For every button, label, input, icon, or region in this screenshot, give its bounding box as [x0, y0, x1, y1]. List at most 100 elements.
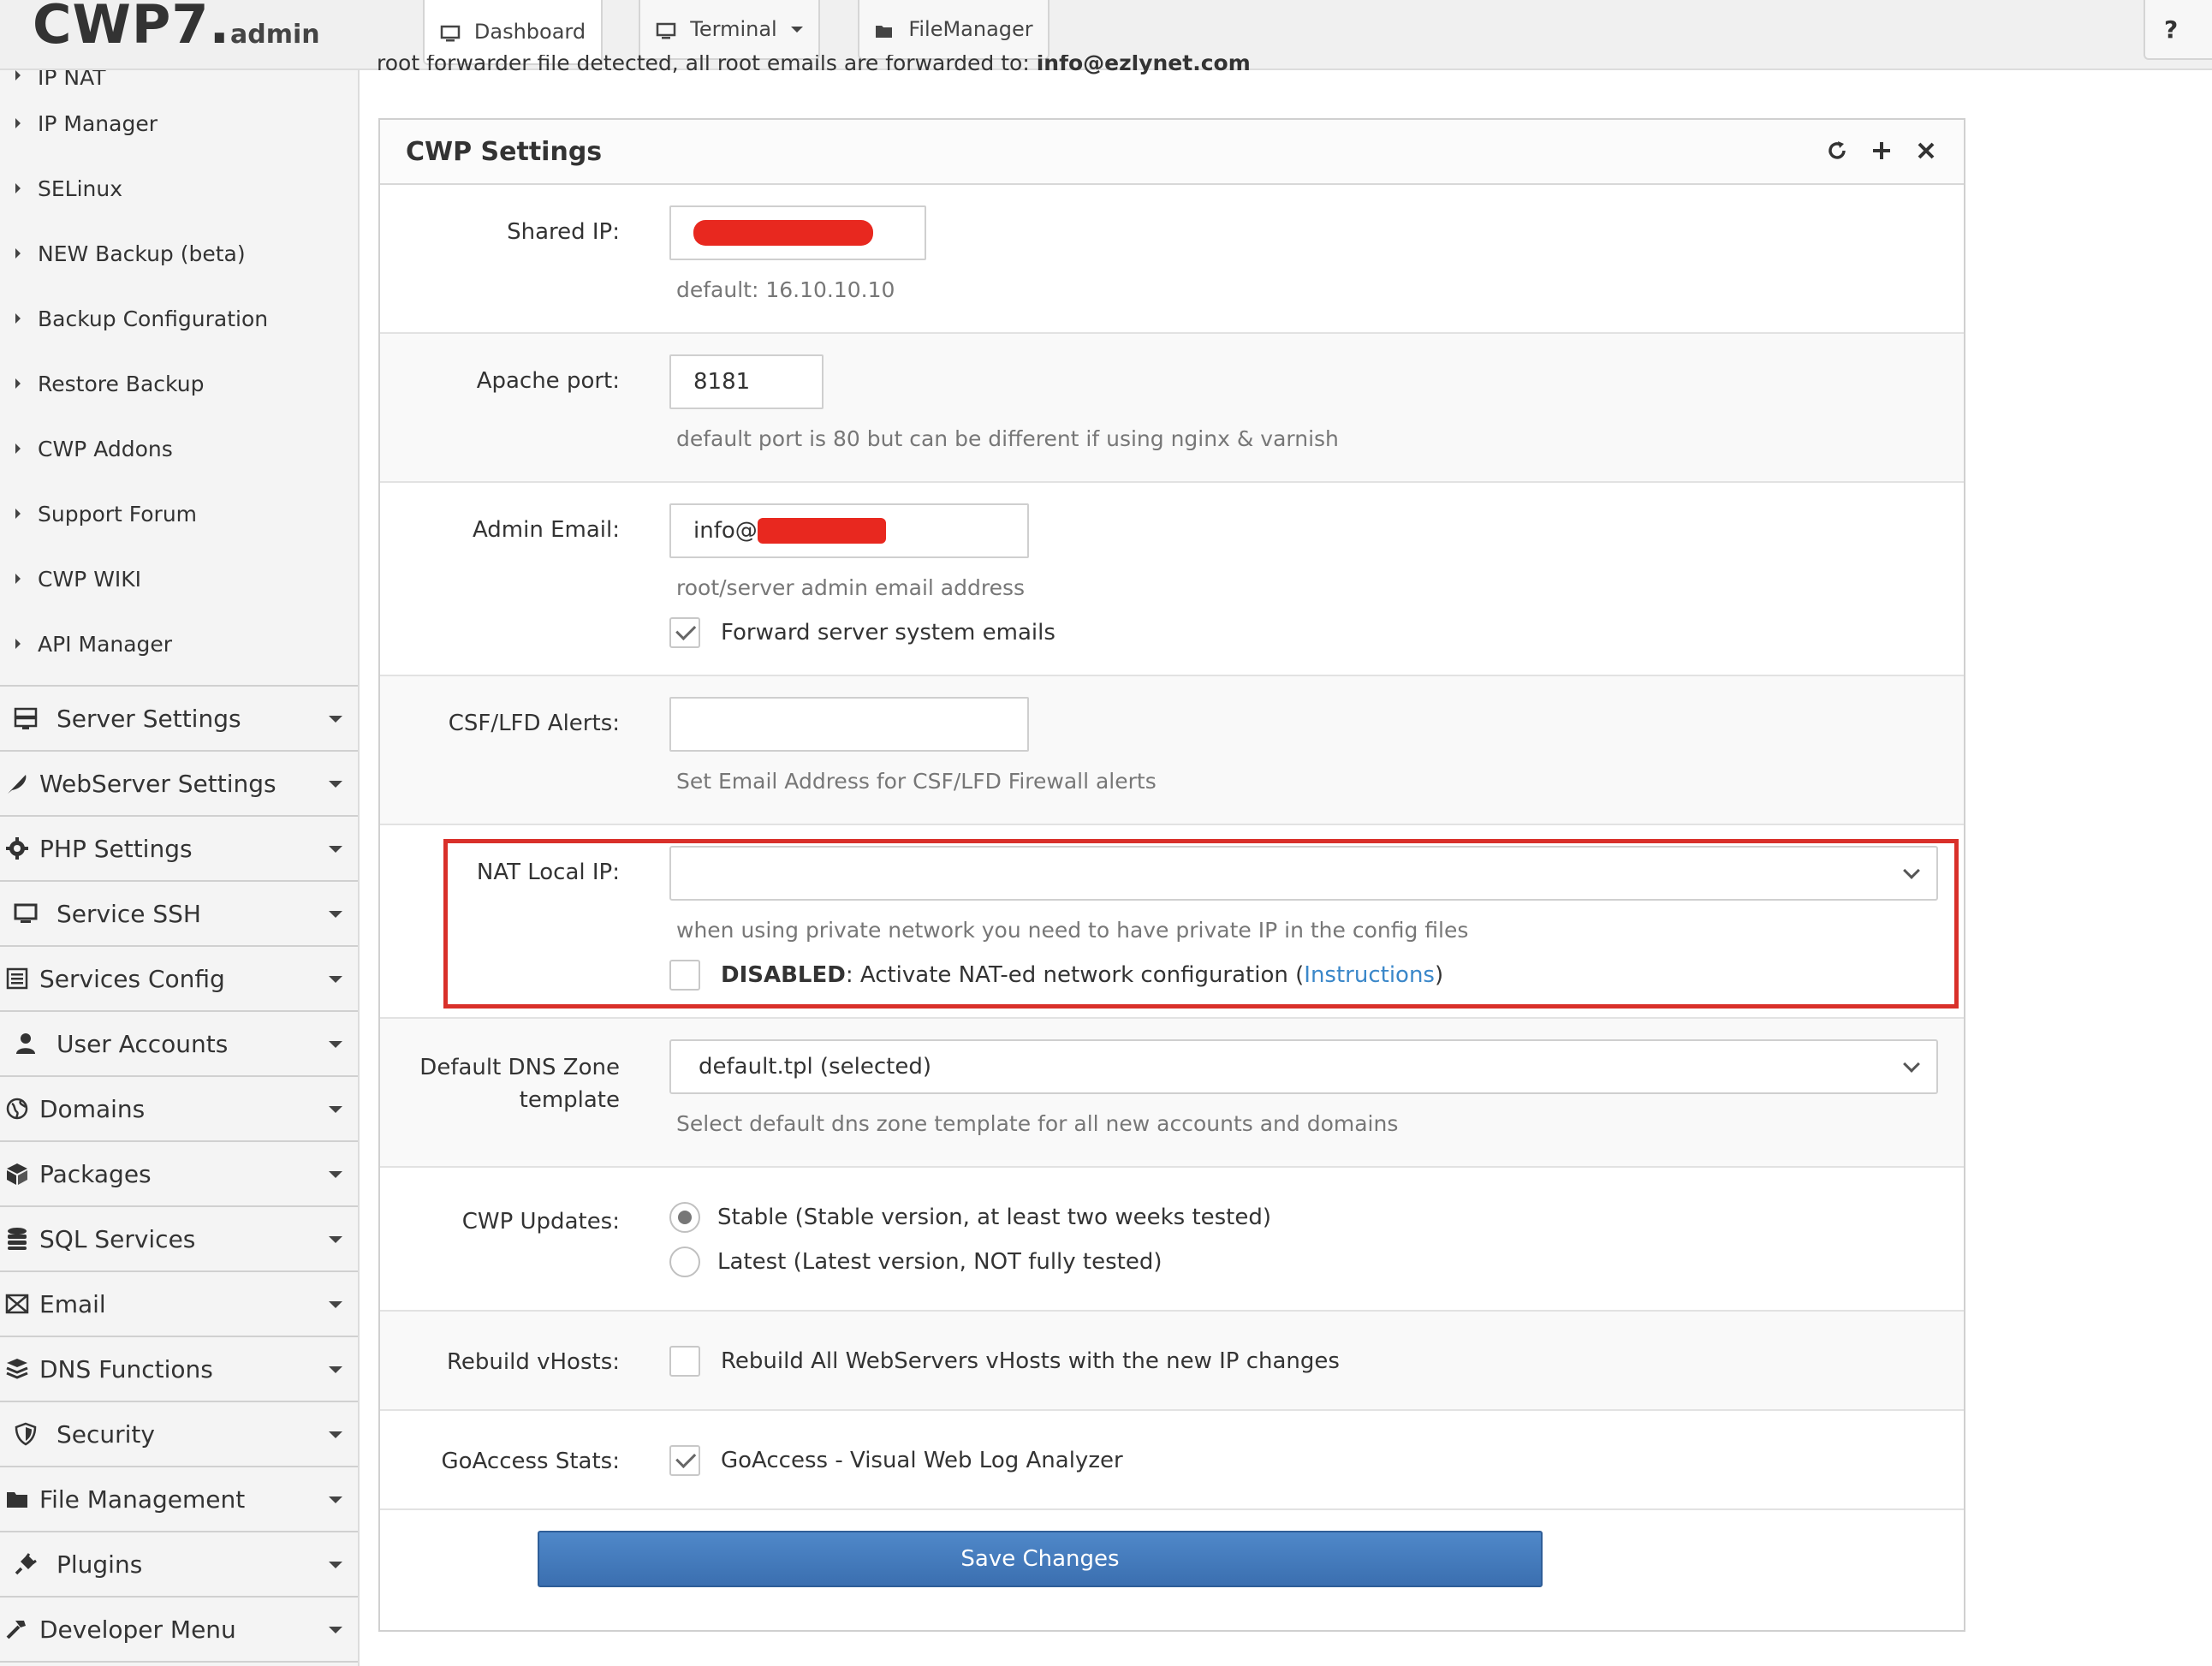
updates-option-latest[interactable]: Latest (Latest version, NOT fully tested… [669, 1247, 1938, 1277]
sidebar-item-packages[interactable]: Packages [0, 1142, 358, 1207]
sidebar-sub-item-api-manager[interactable]: API Manager [0, 611, 358, 676]
row-goaccess: GoAccess Stats: GoAccess - Visual Web Lo… [380, 1411, 1964, 1510]
tab-filemanager[interactable]: FileManager [858, 0, 1050, 60]
monitor-icon [656, 21, 676, 39]
dns-template-help: Select default dns zone template for all… [676, 1111, 1399, 1136]
nat-local-ip-label: NAT Local IP: [476, 860, 620, 885]
redacted-value [757, 518, 886, 544]
caret-down-icon [329, 1301, 342, 1308]
sidebar-item-domains[interactable]: Domains [0, 1077, 358, 1142]
nat-activate-option: DISABLED: Activate NAT-ed network config… [669, 960, 1938, 991]
hammer-icon [5, 1617, 29, 1641]
sidebar-item-security[interactable]: Security [0, 1402, 358, 1467]
apache-port-input[interactable]: 8181 [669, 354, 824, 409]
sidebar-sub-item-cwp-wiki[interactable]: CWP WIKI [0, 546, 358, 611]
instructions-link[interactable]: Instructions [1304, 962, 1435, 988]
sidebar-item-label: Developer Menu [39, 1615, 236, 1644]
caret-right-icon [15, 509, 21, 519]
caret-down-icon [329, 1171, 342, 1178]
save-changes-button[interactable]: Save Changes [538, 1531, 1543, 1587]
shared-ip-input[interactable] [669, 205, 926, 260]
sidebar-sub-item-ip-nat[interactable]: IP NAT [0, 70, 358, 91]
refresh-icon[interactable] [1825, 139, 1849, 163]
goaccess-label: GoAccess Stats: [441, 1449, 620, 1474]
sidebar-item-dns-functions[interactable]: DNS Functions [0, 1337, 358, 1402]
server-icon [14, 706, 38, 730]
logo[interactable]: CWP7.admin [33, 0, 320, 56]
sidebar-item-service-ssh[interactable]: Service SSH [0, 882, 358, 947]
sidebar-item-file-management[interactable]: File Management [0, 1467, 358, 1532]
nat-local-ip-help: when using private network you need to h… [676, 918, 1469, 943]
sidebar-item-user-accounts[interactable]: User Accounts [0, 1012, 358, 1077]
updates-option-stable[interactable]: Stable (Stable version, at least two wee… [669, 1202, 1938, 1233]
caret-right-icon [15, 639, 21, 649]
forward-emails-checkbox[interactable] [669, 617, 700, 648]
chevron-down-icon [1903, 1056, 1920, 1073]
row-rebuild-vhosts: Rebuild vHosts: Rebuild All WebServers v… [380, 1312, 1964, 1411]
csf-alerts-help: Set Email Address for CSF/LFD Firewall a… [676, 769, 1157, 794]
envelope-icon [5, 1292, 29, 1316]
sidebar-item-developer-menu[interactable]: Developer Menu [0, 1598, 358, 1663]
sidebar-item-php-settings[interactable]: PHP Settings [0, 817, 358, 882]
sidebar-item-label: DNS Functions [39, 1354, 213, 1383]
updates-stable-radio[interactable] [669, 1202, 700, 1233]
sidebar-item-server-settings[interactable]: Server Settings [0, 687, 358, 752]
sidebar-item-services-config[interactable]: Services Config [0, 947, 358, 1012]
sidebar-item-label: Service SSH [56, 899, 201, 928]
nat-activate-checkbox[interactable] [669, 960, 700, 991]
layers-icon [5, 1357, 29, 1381]
csf-alerts-label: CSF/LFD Alerts: [448, 711, 620, 736]
caret-down-icon [329, 976, 342, 983]
rebuild-vhosts-text: Rebuild All WebServers vHosts with the n… [721, 1348, 1340, 1374]
folder-icon [5, 1487, 29, 1511]
monitor-icon [440, 23, 461, 42]
sidebar-item-plugins[interactable]: Plugins [0, 1532, 358, 1598]
dns-template-label-line1: Default DNS Zone [419, 1055, 620, 1080]
sidebar-item-sql-services[interactable]: SQL Services [0, 1207, 358, 1272]
goaccess-text: GoAccess - Visual Web Log Analyzer [721, 1448, 1123, 1473]
sidebar-item-label: Security [56, 1419, 155, 1449]
sidebar-item-label: Email [39, 1289, 106, 1318]
plus-icon[interactable] [1870, 139, 1894, 163]
caret-down-icon [329, 846, 342, 853]
sidebar-sub-item-cwp-addons[interactable]: CWP Addons [0, 416, 358, 481]
sidebar-item-email[interactable]: Email [0, 1272, 358, 1337]
sidebar-sub-item-label: API Manager [38, 631, 173, 657]
dns-template-select[interactable]: default.tpl (selected) [669, 1039, 1938, 1094]
sidebar-sub-item-new-backup[interactable]: NEW Backup (beta) [0, 221, 358, 286]
goaccess-option[interactable]: GoAccess - Visual Web Log Analyzer [669, 1445, 1938, 1476]
cwp-updates-label: CWP Updates: [461, 1209, 620, 1235]
sidebar-sub-item-ip-manager[interactable]: IP Manager [0, 91, 358, 156]
tab-terminal-label: Terminal [690, 17, 777, 41]
rebuild-vhosts-checkbox[interactable] [669, 1346, 700, 1377]
nat-local-ip-select[interactable] [669, 846, 1938, 901]
caret-down-icon [329, 1106, 342, 1113]
admin-email-value: info@ [693, 518, 758, 544]
forward-emails-option[interactable]: Forward server system emails [669, 617, 1938, 648]
sidebar-item-webserver-settings[interactable]: WebServer Settings [0, 752, 358, 817]
caret-right-icon [15, 118, 21, 128]
admin-email-input[interactable]: info@ [669, 503, 1029, 558]
sidebar-sub-item-support-forum[interactable]: Support Forum [0, 481, 358, 546]
row-apache-port: Apache port: 8181 default port is 80 but… [380, 334, 1964, 483]
sidebar-item-label: Plugins [56, 1550, 143, 1579]
notice-email: info@ezlynet.com [1036, 55, 1251, 75]
help-button[interactable]: ? [2144, 0, 2212, 60]
sidebar-item-label: Services Config [39, 964, 225, 993]
sidebar-sub-item-selinux[interactable]: SELinux [0, 156, 358, 221]
caret-down-icon [329, 1041, 342, 1048]
sidebar-sub-item-restore-backup[interactable]: Restore Backup [0, 351, 358, 416]
tab-terminal[interactable]: Terminal [639, 0, 820, 60]
rebuild-vhosts-option[interactable]: Rebuild All WebServers vHosts with the n… [669, 1346, 1938, 1377]
cubes-icon [5, 1162, 29, 1186]
sidebar-sub-item-backup-configuration[interactable]: Backup Configuration [0, 286, 358, 351]
nat-status-end: ) [1434, 962, 1444, 988]
close-icon[interactable] [1914, 139, 1938, 163]
sidebar-sub-item-label: IP NAT [38, 70, 106, 90]
goaccess-checkbox[interactable] [669, 1445, 700, 1476]
updates-latest-radio[interactable] [669, 1247, 700, 1277]
caret-down-icon [329, 1627, 342, 1633]
csf-alerts-input[interactable] [669, 697, 1029, 752]
database-icon [5, 1227, 29, 1251]
row-cwp-updates: CWP Updates: Stable (Stable version, at … [380, 1168, 1964, 1312]
